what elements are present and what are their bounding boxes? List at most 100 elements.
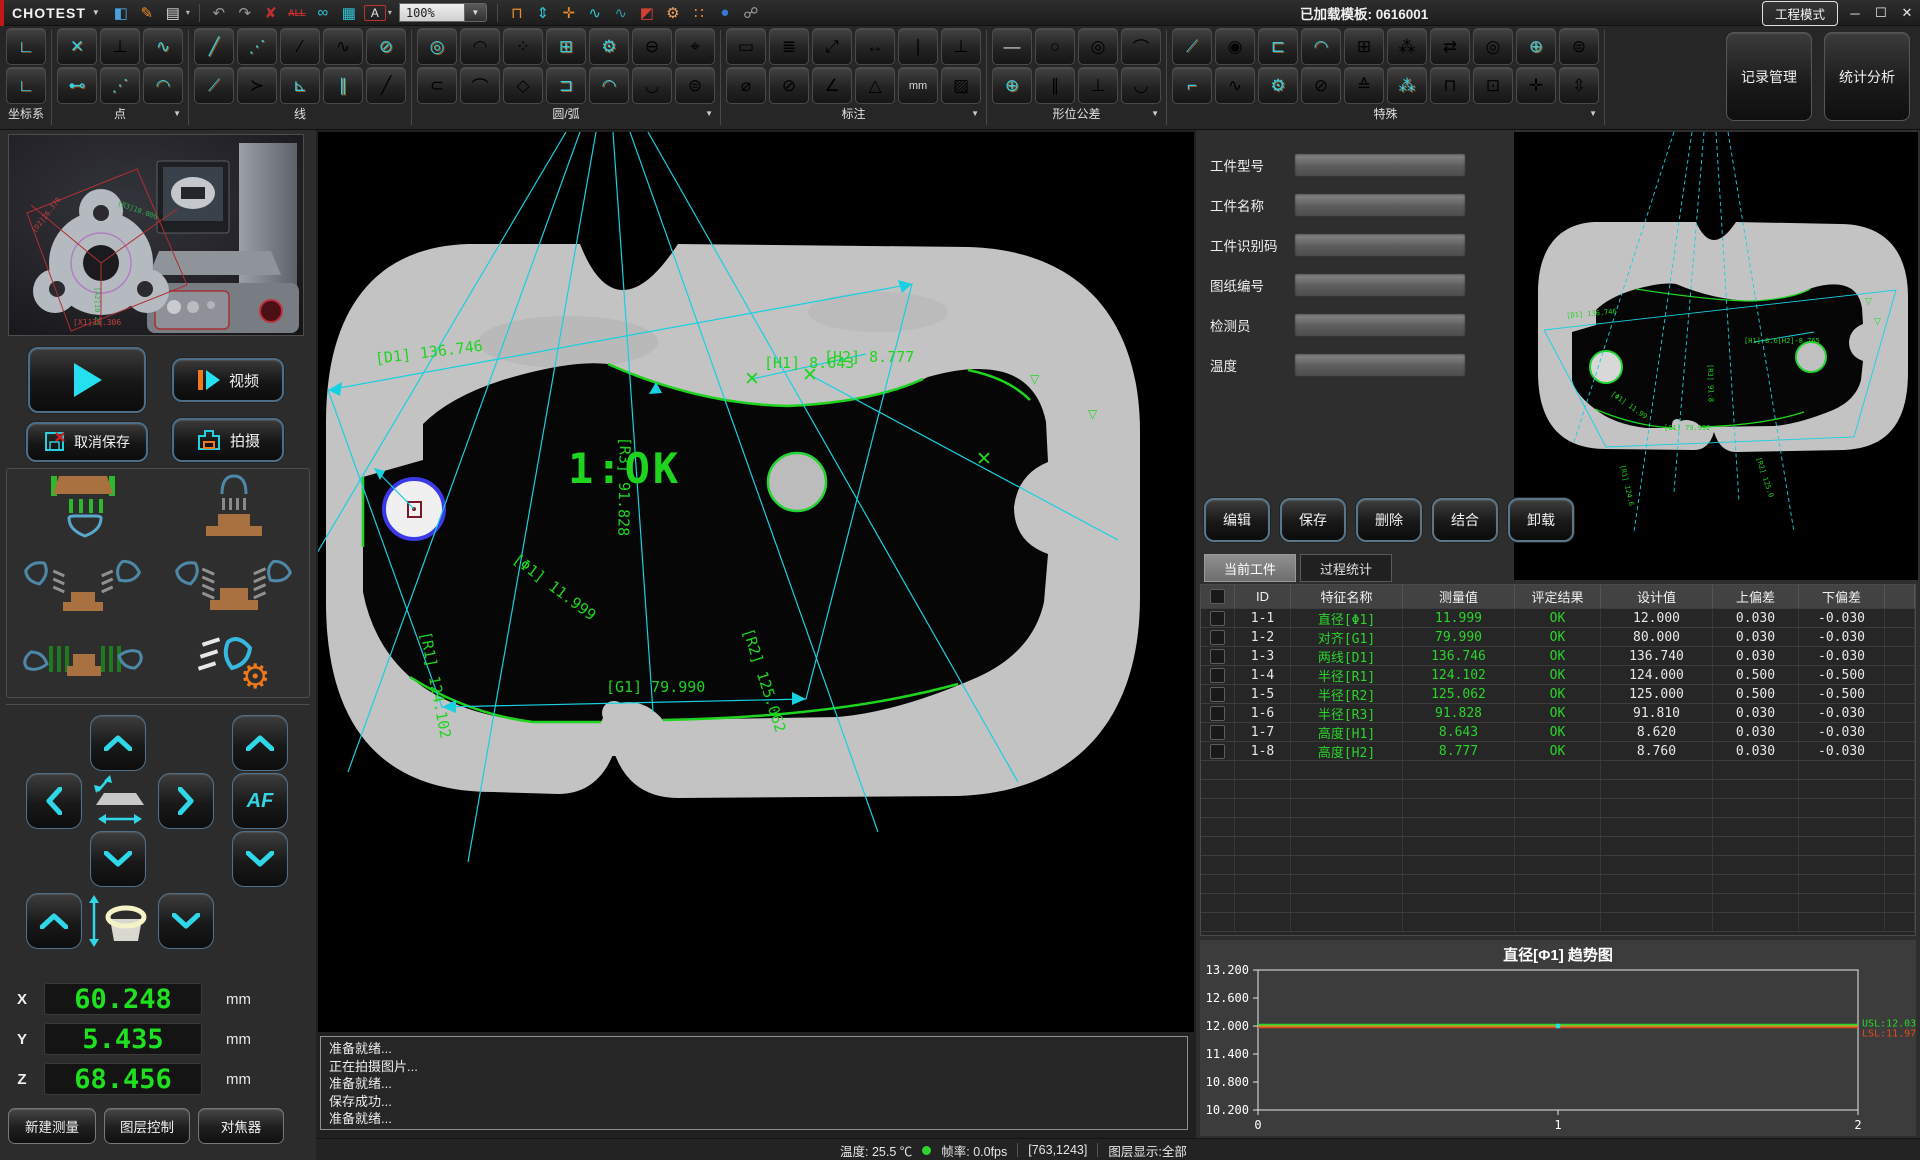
focus-tool-button[interactable]: 对焦器 (198, 1108, 284, 1144)
font-icon[interactable]: A (364, 5, 386, 21)
csys-part-icon[interactable]: ∟ (6, 67, 46, 104)
ring-light-down-button[interactable] (158, 893, 214, 949)
stats-analysis-button[interactable]: 统计分析 (1824, 32, 1910, 121)
video-button[interactable]: 视频 (172, 358, 284, 402)
row-checkbox[interactable] (1210, 611, 1225, 626)
gdt-arc-icon[interactable]: ◡ (1121, 67, 1161, 104)
ring-light-up-button[interactable] (26, 893, 82, 949)
form-input-1[interactable] (1294, 153, 1466, 177)
font-icon-caret[interactable]: ▾ (388, 8, 392, 17)
special-ring-icon[interactable]: ◉ (1215, 28, 1255, 65)
line-diag-icon[interactable]: ╱ (366, 67, 406, 104)
dim-angle-icon[interactable]: ∠ (812, 67, 852, 104)
circle-minus-icon[interactable]: ⊖ (632, 28, 672, 65)
stage-up-button[interactable] (90, 715, 146, 771)
save-icon[interactable]: ◧ (110, 3, 132, 23)
special-peaks-icon[interactable]: ≙ (1344, 67, 1384, 104)
special-arch-icon[interactable]: ◠ (1301, 28, 1341, 65)
gdt-profile-icon[interactable]: ⌒ (1121, 28, 1161, 65)
form-input-3[interactable] (1294, 233, 1466, 257)
print-icon-caret[interactable]: ▾ (186, 8, 190, 17)
table-row[interactable]: 1-7高度[H1]8.643OK8.6200.030-0.030 (1201, 723, 1915, 742)
app-menu-chotest[interactable]: CHOTEST (4, 5, 92, 21)
status-layer-display[interactable]: 图层显示:全部 (1108, 1141, 1186, 1160)
dim-mm-icon[interactable]: mm (898, 67, 938, 104)
lamp-adjust-icon[interactable]: ✛ (558, 3, 580, 23)
run-button[interactable] (28, 347, 146, 413)
terrain-capture-icon[interactable]: ∿ (584, 3, 606, 23)
circle-grid-icon[interactable]: ⁘ (503, 28, 543, 65)
special-slot-icon[interactable]: ⊜ (1559, 28, 1599, 65)
special-wave-icon[interactable]: ∿ (1215, 67, 1255, 104)
special-cross-icon[interactable]: ✛ (1516, 67, 1556, 104)
z-down-button[interactable] (232, 831, 288, 887)
gdt-parallel-icon[interactable]: ∥ (1035, 67, 1075, 104)
form-input-2[interactable] (1294, 193, 1466, 217)
point-intersect-icon[interactable]: ✕ (57, 28, 97, 65)
new-measure-button[interactable]: 新建测量 (8, 1108, 96, 1144)
gdt-perpendicular-icon[interactable]: ⊥ (1078, 67, 1118, 104)
row-checkbox[interactable] (1210, 589, 1225, 604)
line-segment-icon[interactable]: ⟋ (194, 67, 234, 104)
toolbar-group-caret[interactable]: ▼ (1589, 109, 1597, 118)
form-input-6[interactable] (1294, 353, 1466, 377)
dim-diameter-icon[interactable]: ⌀ (726, 67, 766, 104)
circle-box-icon[interactable]: ⊞ (546, 28, 586, 65)
row-checkbox[interactable] (1210, 687, 1225, 702)
light-side-angled[interactable] (7, 545, 158, 621)
table-row[interactable]: 1-6半径[R3]91.828OK91.8100.030-0.030 (1201, 704, 1915, 723)
arc-tangent-icon[interactable]: ⌒ (460, 67, 500, 104)
circle-diamond-icon[interactable]: ◇ (503, 67, 543, 104)
gear-icon[interactable]: ⚙ (662, 3, 684, 23)
point-project-icon[interactable]: ⊥ (100, 28, 140, 65)
special-cloud2-icon[interactable]: ⁂ (1387, 67, 1427, 104)
dim-lines-icon[interactable]: ≣ (769, 28, 809, 65)
save-button[interactable]: 保存 (1280, 498, 1346, 542)
report-edit-icon[interactable]: ✎ (136, 3, 158, 23)
special-thread-icon[interactable]: ⊏ (1258, 28, 1298, 65)
special-move-icon[interactable]: ⊕ (1516, 28, 1556, 65)
dim-drop-icon[interactable]: ⊥ (941, 28, 981, 65)
point-two-icon[interactable]: ⋰ (100, 67, 140, 104)
close-button[interactable]: ✕ (1898, 5, 1916, 21)
z-up-button[interactable] (232, 715, 288, 771)
table-row[interactable]: 1-4半径[R1]124.102OK124.0000.500-0.500 (1201, 666, 1915, 685)
terrain-capture2-icon[interactable]: ∿ (610, 3, 632, 23)
form-input-5[interactable] (1294, 313, 1466, 337)
line-parallel-icon[interactable]: ∥ (323, 67, 363, 104)
delete-button[interactable]: 删除 (1356, 498, 1422, 542)
app-menu-caret-icon[interactable]: ▼ (92, 8, 100, 17)
row-checkbox[interactable] (1210, 744, 1225, 759)
row-checkbox[interactable] (1210, 725, 1225, 740)
undo-icon[interactable]: ↶ (208, 3, 230, 23)
circle-icon[interactable]: ◎ (417, 28, 457, 65)
dim-diag-icon[interactable]: ⤢ (812, 28, 852, 65)
dim-diameter2-icon[interactable]: ⊘ (769, 67, 809, 104)
stage-left-button[interactable] (26, 773, 82, 829)
autofocus-button[interactable]: AF (232, 773, 288, 829)
line-angle-icon[interactable]: ≻ (237, 67, 277, 104)
table-row[interactable]: 1-1直径[Φ1]11.999OK12.0000.030-0.030 (1201, 609, 1915, 628)
light-side-horizontal[interactable] (7, 621, 158, 697)
special-swap-icon[interactable]: ⇄ (1430, 28, 1470, 65)
redo-icon[interactable]: ↷ (234, 3, 256, 23)
gdt-straightness-icon[interactable]: — (992, 28, 1032, 65)
toolbar-group-caret[interactable]: ▼ (1151, 109, 1159, 118)
point-curve-icon[interactable]: ∿ (143, 28, 183, 65)
light-coaxial-top[interactable] (7, 469, 158, 545)
circle-dome-icon[interactable]: ◠ (589, 67, 629, 104)
special-height-icon[interactable]: ⇳ (1559, 67, 1599, 104)
table-row[interactable]: 1-2对齐[G1]79.990OK80.0000.030-0.030 (1201, 628, 1915, 647)
zoom-dropdown-button[interactable]: ▼ (465, 3, 487, 22)
capture-button[interactable]: 拍摄 (172, 418, 284, 462)
globe-icon[interactable]: ● (714, 3, 736, 23)
dim-triangle-icon[interactable]: △ (855, 67, 895, 104)
special-target-icon[interactable]: ◎ (1473, 28, 1513, 65)
unload-button[interactable]: 卸载 (1508, 498, 1574, 542)
zoom-level-value[interactable]: 100% (399, 3, 465, 22)
print-icon[interactable]: ▤ (162, 3, 184, 23)
layer-control-button[interactable]: 图层控制 (104, 1108, 190, 1144)
message-log[interactable]: 准备就绪...正在拍摄图片...准备就绪...保存成功...准备就绪... (320, 1036, 1188, 1130)
stage-right-button[interactable] (158, 773, 214, 829)
special-bracket-icon[interactable]: ⊓ (1430, 67, 1470, 104)
